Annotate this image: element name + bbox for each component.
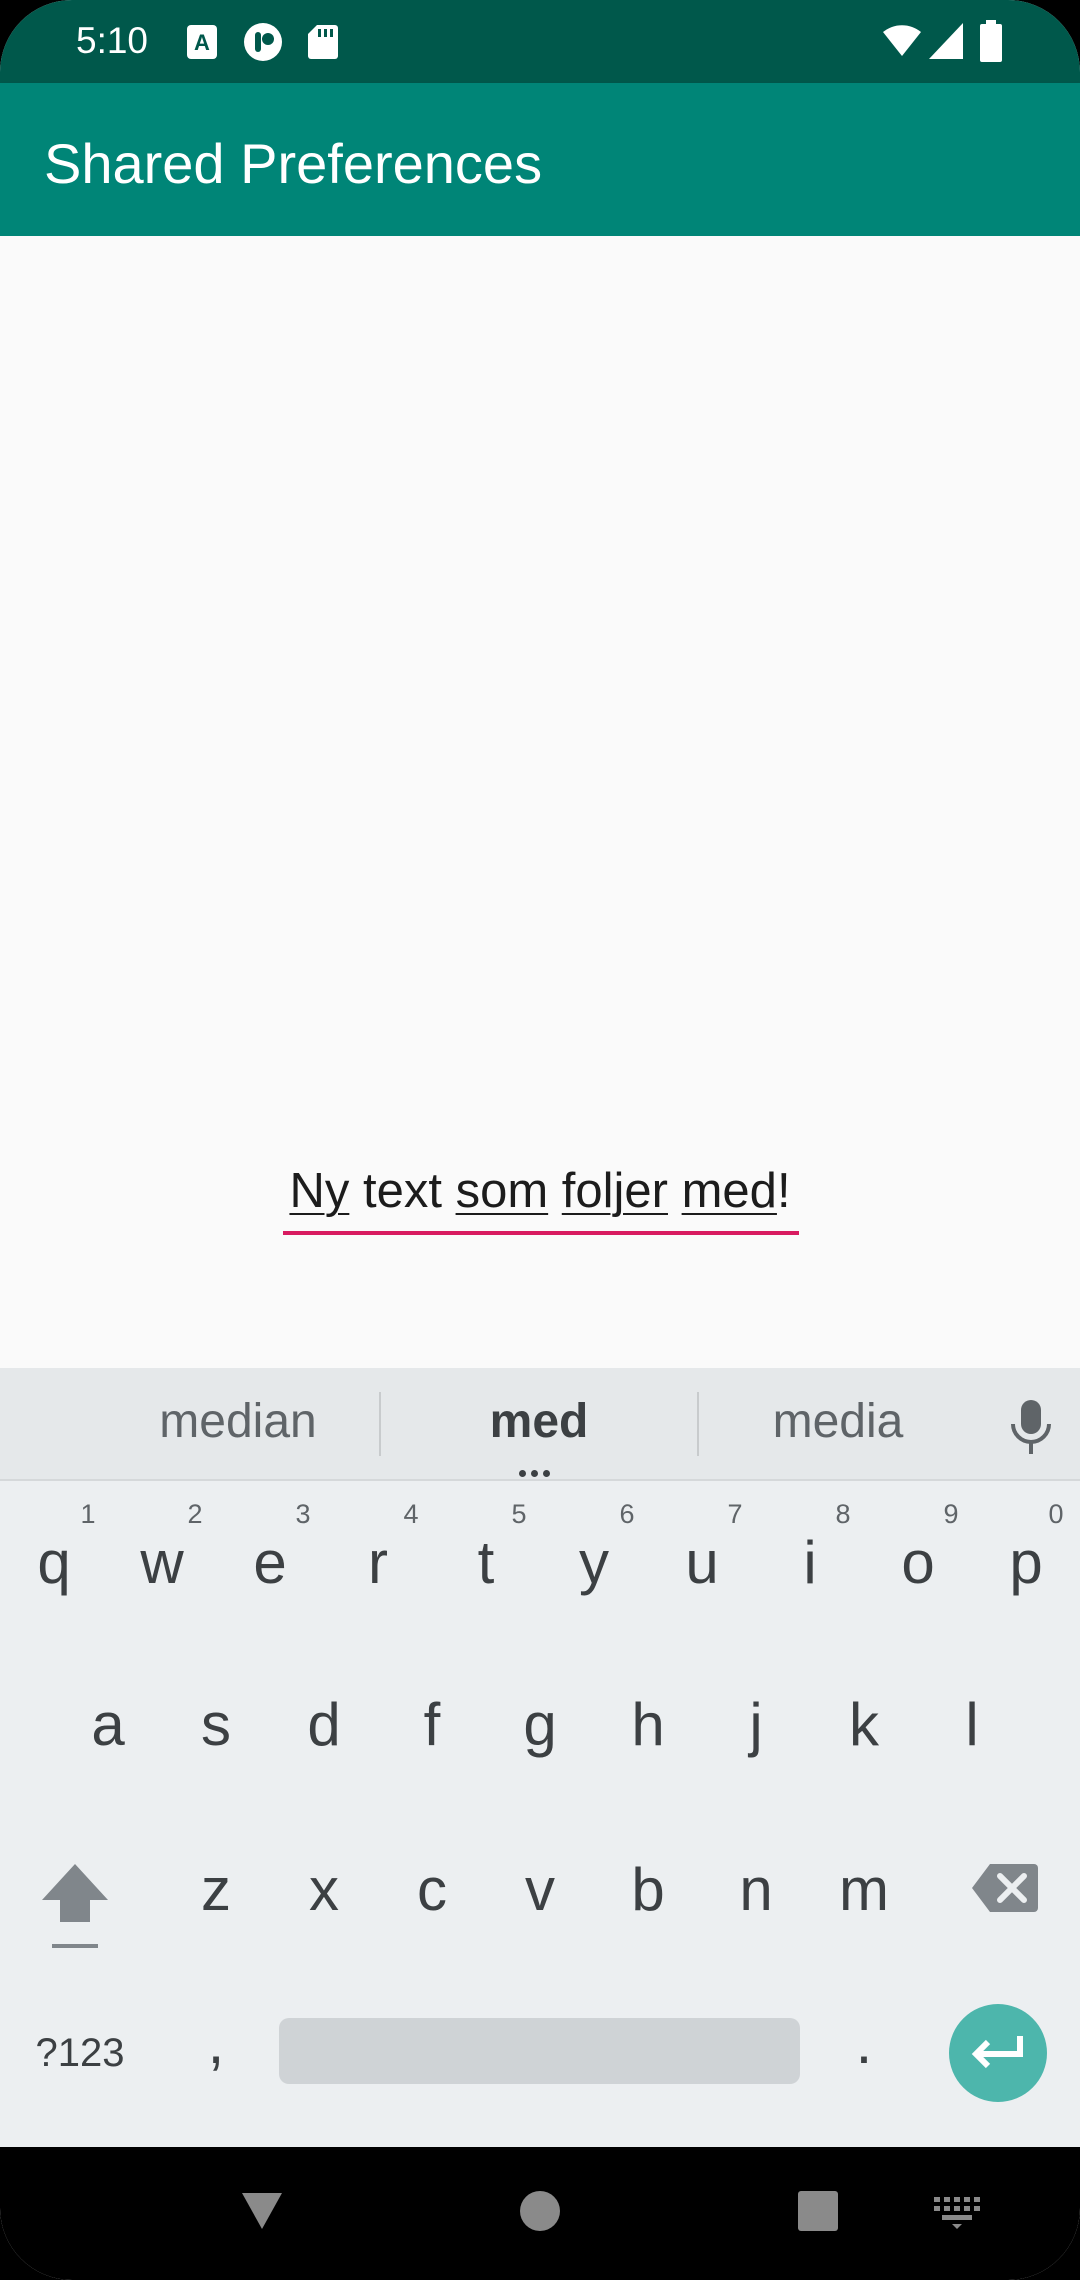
text-word: text (362, 1164, 442, 1218)
signal-icon (929, 23, 963, 59)
phone-screen: 5:10 A Shared Preferences Ny text som fo… (0, 0, 1080, 2280)
key-v[interactable]: v (490, 1855, 590, 1925)
spacebar[interactable] (279, 2018, 800, 2084)
shift-icon[interactable] (40, 1860, 110, 1950)
text-word: Ny (289, 1164, 350, 1218)
suggestion-median[interactable]: median (118, 1394, 358, 1450)
key-w[interactable]: w (112, 1528, 212, 1598)
key-hint: 1 (80, 1499, 96, 1529)
app-bar: Shared Preferences (0, 83, 1080, 236)
suggestion-med[interactable]: med (419, 1394, 659, 1450)
key-i[interactable]: i (760, 1528, 860, 1598)
recents-icon[interactable] (797, 2190, 839, 2232)
navigation-bar (0, 2147, 1080, 2280)
text-word: med (681, 1164, 777, 1218)
key-n[interactable]: n (706, 1855, 806, 1925)
more-suggestions-dots (519, 1464, 559, 1477)
content-area: Ny text som foljer med! (0, 236, 1080, 1368)
key-hint: 8 (835, 1499, 851, 1529)
key-hint: 9 (943, 1499, 959, 1529)
enter-key[interactable] (949, 2004, 1047, 2102)
key-hint: 2 (187, 1499, 203, 1529)
key-x[interactable]: x (274, 1855, 374, 1925)
key-r[interactable]: r (328, 1528, 428, 1598)
text-word: ! (776, 1164, 791, 1218)
key-z[interactable]: z (166, 1855, 266, 1925)
svg-text:A: A (194, 30, 210, 55)
status-bar: 5:10 A (0, 0, 1080, 83)
wifi-icon (883, 25, 921, 56)
microphone-icon[interactable] (1007, 1398, 1055, 1456)
text-field-underline (283, 1231, 799, 1235)
key-hint: 0 (1048, 1499, 1064, 1529)
text-word: foljer (561, 1164, 668, 1218)
podcast-icon (244, 23, 282, 61)
text-word: som (455, 1164, 549, 1218)
key-e[interactable]: e (220, 1528, 320, 1598)
app-title: Shared Preferences (44, 132, 543, 195)
key-p[interactable]: p (976, 1528, 1076, 1598)
key-hint: 3 (295, 1499, 311, 1529)
key-hint: 6 (619, 1499, 635, 1529)
key-hint: 7 (727, 1499, 743, 1529)
status-time: 5:10 (76, 20, 149, 61)
key-l[interactable]: l (922, 1690, 1022, 1760)
key-h[interactable]: h (598, 1690, 698, 1760)
soft-keyboard: median med media 1 2 3 4 5 6 7 8 9 0 q w… (0, 1368, 1080, 2147)
suggestion-media[interactable]: media (718, 1394, 958, 1450)
key-m[interactable]: m (814, 1855, 914, 1925)
backspace-icon[interactable] (970, 1862, 1040, 1914)
suggestion-divider (379, 1392, 381, 1456)
keyboard-switch-icon[interactable] (934, 2197, 980, 2229)
back-icon[interactable] (240, 2189, 284, 2233)
key-d[interactable]: d (274, 1690, 374, 1760)
key-s[interactable]: s (166, 1690, 266, 1760)
home-icon[interactable] (519, 2190, 561, 2232)
key-comma[interactable]: , (166, 2008, 266, 2078)
suggestion-divider (697, 1392, 699, 1456)
key-y[interactable]: y (544, 1528, 644, 1598)
key-a[interactable]: a (58, 1690, 158, 1760)
key-k[interactable]: k (814, 1690, 914, 1760)
key-g[interactable]: g (490, 1690, 590, 1760)
key-c[interactable]: c (382, 1855, 482, 1925)
key-hint: 4 (403, 1499, 419, 1529)
key-j[interactable]: j (706, 1690, 806, 1760)
symbols-key[interactable]: ?123 (20, 2028, 140, 2078)
key-f[interactable]: f (382, 1690, 482, 1760)
key-period[interactable]: . (814, 2008, 914, 2078)
key-o[interactable]: o (868, 1528, 968, 1598)
key-t[interactable]: t (436, 1528, 536, 1598)
suggestion-bar: median med media (0, 1368, 1080, 1481)
a-font-icon: A (187, 25, 217, 59)
key-b[interactable]: b (598, 1855, 698, 1925)
key-hint: 5 (511, 1499, 527, 1529)
sd-card-icon (308, 25, 338, 59)
enter-icon (971, 2036, 1023, 2069)
editable-text[interactable]: Ny text som foljer med! (0, 1162, 1080, 1220)
key-q[interactable]: q (4, 1528, 104, 1598)
battery-icon (980, 20, 1002, 62)
key-u[interactable]: u (652, 1528, 752, 1598)
